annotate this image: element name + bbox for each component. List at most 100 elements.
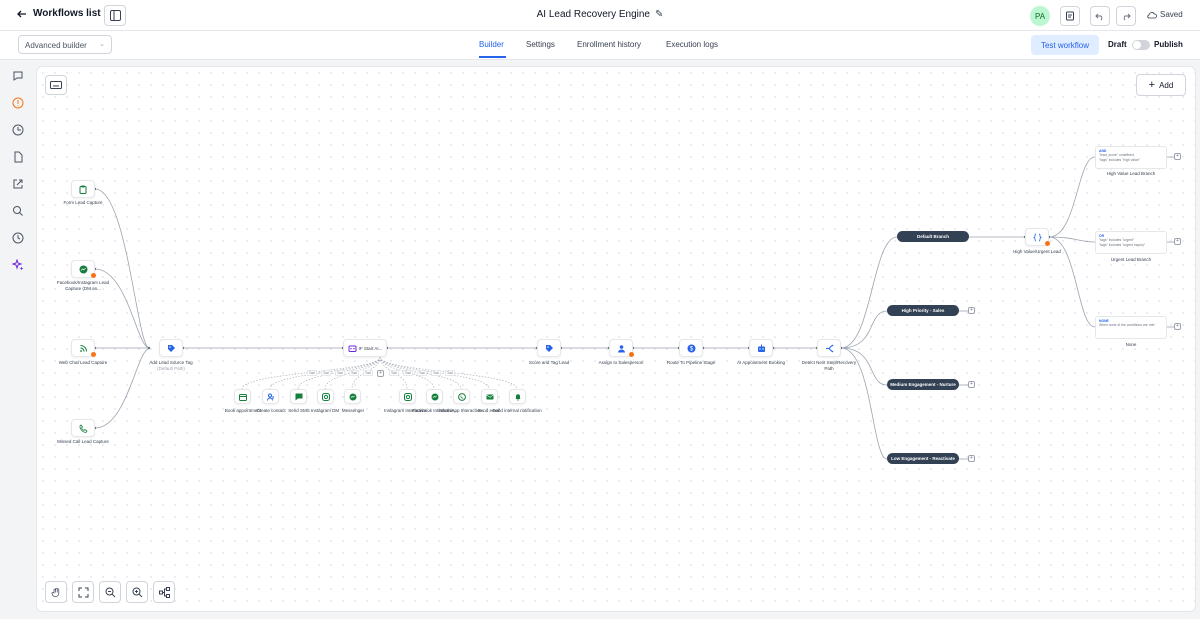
workflow-notes-button[interactable]	[1060, 6, 1080, 26]
trigger-label: Form Lead Capture	[63, 200, 103, 205]
publish-label: Publish	[1154, 40, 1183, 49]
redo-button[interactable]	[1116, 6, 1136, 26]
add-tool-button[interactable]: +	[377, 370, 384, 377]
tool-send-sms[interactable]	[290, 389, 307, 404]
tool-chip: Tool	[363, 370, 373, 376]
avatar[interactable]: PA	[1030, 6, 1050, 26]
tool-book-appointment[interactable]	[234, 389, 251, 404]
tool-create-contact[interactable]	[262, 389, 279, 404]
left-sidebar	[0, 60, 36, 619]
tool-whatsapp-interactive[interactable]	[453, 389, 470, 404]
fit-view-button[interactable]	[72, 581, 94, 603]
expand-icon	[78, 587, 88, 597]
add-step-button[interactable]: +	[1174, 323, 1181, 330]
user-icon	[617, 344, 625, 352]
branch-low-engagement[interactable]: Low Engagement - Reactivate	[887, 453, 959, 464]
add-step-button[interactable]: +	[1174, 238, 1181, 245]
auto-layout-button[interactable]	[153, 581, 175, 603]
condition-label: Urgent Lead Branch	[1110, 257, 1152, 262]
trigger-label: Facebook/Instagram Lead Capture (DM an..…	[56, 280, 110, 291]
branch-medium-engagement[interactable]: Medium Engagement - Nurture	[887, 379, 959, 390]
comment-icon[interactable]	[10, 68, 26, 84]
action-route-pipeline[interactable]: $	[679, 339, 703, 357]
condition-card-none[interactable]: NONE When none of the conditions are met	[1095, 316, 1167, 339]
alert-circle-icon[interactable]	[10, 95, 26, 111]
condition-card-and[interactable]: AND "lead_score" undefined "tags" includ…	[1095, 146, 1167, 169]
condition-label: High Value Lead Branch	[1106, 171, 1156, 176]
ai-icon	[348, 345, 357, 352]
search-icon[interactable]	[10, 203, 26, 219]
add-step-button[interactable]: +	[968, 381, 975, 388]
tab-enrollment-history[interactable]: Enrollment history	[577, 40, 641, 49]
condition-line: "tags" includes "high value"	[1099, 157, 1141, 162]
action-sublabel: (Default Path)	[157, 366, 185, 371]
layout-tree-icon	[158, 586, 170, 598]
action-ai-appointment[interactable]	[749, 339, 773, 357]
tool-instagram-dm[interactable]	[317, 389, 334, 404]
dollar-icon: $	[687, 344, 695, 352]
tool-facebook-interactive[interactable]	[426, 389, 443, 404]
action-label: Assign to Salesperson	[598, 360, 644, 365]
tool-chip: Tool	[445, 370, 455, 376]
tag-icon	[167, 344, 175, 352]
tool-chip: Tool	[307, 370, 317, 376]
trigger-label: Missed Call Lead Capture	[57, 439, 109, 444]
zoom-out-icon	[105, 587, 115, 597]
builder-mode-select[interactable]: Advanced builder ⌄	[18, 35, 112, 54]
tool-chip: Tool	[403, 370, 413, 376]
tool-label: Send internal notification	[492, 408, 542, 413]
external-link-icon[interactable]	[10, 176, 26, 192]
trigger-form-lead-capture[interactable]	[71, 180, 95, 198]
action-label: Score and Tag Lead	[528, 360, 570, 365]
phone-icon	[79, 423, 88, 433]
pan-button[interactable]	[45, 581, 67, 603]
whatsapp-icon	[457, 392, 466, 401]
history-icon[interactable]	[10, 122, 26, 138]
sms-icon	[295, 393, 302, 400]
instagram-icon	[403, 392, 412, 401]
save-status: Saved	[1147, 10, 1183, 19]
zoom-out-button[interactable]	[99, 581, 121, 603]
condition-line: "tags" includes "urgent inquiry"	[1099, 242, 1146, 247]
action-score-and-tag-lead[interactable]	[537, 339, 561, 357]
trigger-label: Web Chat Lead Capture	[58, 360, 108, 365]
action-label: Detect Next Step/Recovery Path	[801, 360, 857, 371]
action-detect-next-step[interactable]	[817, 339, 841, 357]
undo-icon	[1095, 13, 1103, 21]
tab-execution-logs[interactable]: Execution logs	[666, 40, 718, 49]
workflow-canvas[interactable]: + Add Form Lead Capture Facebook/Instagr…	[36, 66, 1196, 612]
trigger-missed-call[interactable]	[71, 419, 95, 437]
file-icon[interactable]	[10, 149, 26, 165]
tool-instagram-interactive[interactable]	[399, 389, 416, 404]
clock-icon[interactable]	[10, 230, 26, 246]
tool-send-email[interactable]	[481, 389, 498, 404]
add-step-button[interactable]: +	[968, 307, 975, 314]
tab-settings[interactable]: Settings	[526, 40, 555, 49]
tool-messenger[interactable]	[344, 389, 361, 404]
zoom-in-button[interactable]	[126, 581, 148, 603]
pencil-icon[interactable]: ✎	[655, 9, 663, 20]
test-workflow-button[interactable]: Test workflow	[1031, 35, 1099, 55]
workflow-title[interactable]: AI Lead Recovery Engine ✎	[0, 9, 1200, 20]
tool-chip: Tool	[417, 370, 427, 376]
branch-default[interactable]: Default Branch	[897, 231, 969, 242]
action-label: AI Appointment Booking	[736, 360, 786, 365]
tool-chip: Tool	[389, 370, 399, 376]
condition-line: When none of the conditions are met	[1099, 323, 1155, 328]
action-add-lead-source-tag[interactable]	[159, 339, 183, 357]
sparkles-icon[interactable]	[10, 257, 26, 273]
zoom-in-icon	[132, 587, 142, 597]
tab-builder[interactable]: Builder	[479, 40, 504, 49]
warning-dot	[91, 352, 96, 357]
add-step-button[interactable]: +	[968, 455, 975, 462]
condition-card-or[interactable]: OR "tags" includes "urgent" "tags" inclu…	[1095, 231, 1167, 254]
publish-toggle[interactable]	[1132, 40, 1150, 50]
ai-agent-node[interactable]: IF Start AI...	[343, 339, 387, 357]
branch-high-priority[interactable]: High Priority - Sales	[887, 305, 959, 316]
action-label: Add Lead Source Tag	[149, 360, 193, 365]
undo-button[interactable]	[1090, 6, 1110, 26]
tool-send-internal-notification[interactable]	[509, 389, 526, 404]
tool-chip: Tool	[349, 370, 359, 376]
add-step-button[interactable]: +	[1174, 153, 1181, 160]
warning-dot	[629, 352, 634, 357]
